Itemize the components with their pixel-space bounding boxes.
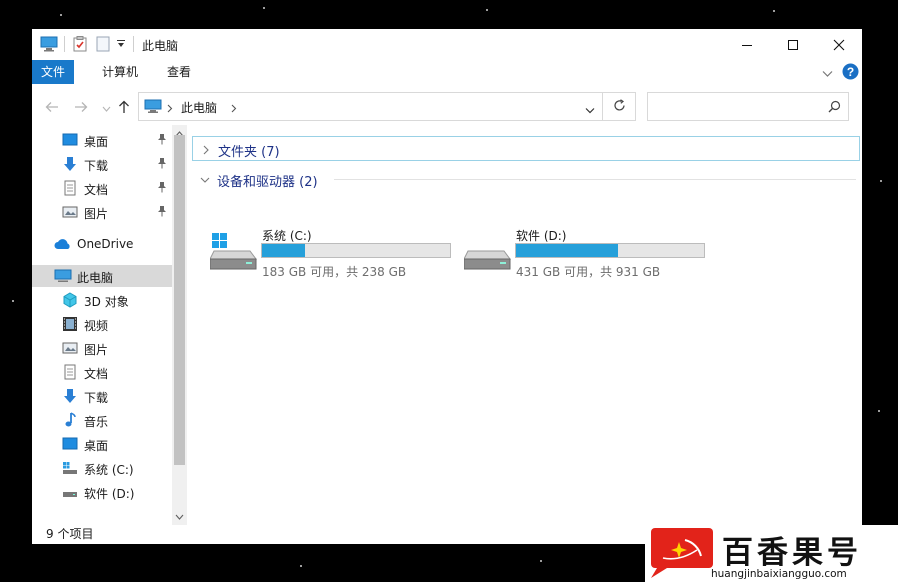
close-button[interactable] bbox=[816, 29, 862, 60]
toolbar-separator bbox=[64, 36, 65, 52]
properties-icon[interactable] bbox=[73, 36, 87, 52]
nav-item-onedrive[interactable]: OneDrive bbox=[32, 233, 172, 255]
drive-icon bbox=[62, 484, 78, 500]
nav-item-documents[interactable]: 文档 bbox=[32, 361, 172, 383]
toolbar-separator bbox=[133, 36, 134, 52]
scroll-down-chevron-icon[interactable] bbox=[175, 509, 184, 523]
customize-toolbar-icon[interactable] bbox=[116, 38, 126, 54]
pin-icon[interactable] bbox=[157, 205, 167, 217]
navigation-pane: 桌面 下载 文档 图片 OneDrive 此电脑 3D 对象 视频 图片 文档 … bbox=[32, 125, 187, 525]
tab-file[interactable]: 文件 bbox=[32, 60, 74, 84]
pin-icon[interactable] bbox=[157, 157, 167, 169]
drive-usage-fill bbox=[262, 244, 306, 257]
desktop-icon bbox=[62, 132, 78, 148]
minimize-button[interactable] bbox=[724, 29, 770, 60]
address-history-chevron-icon[interactable] bbox=[585, 103, 595, 117]
refresh-icon bbox=[613, 98, 626, 115]
refresh-button[interactable] bbox=[603, 92, 636, 121]
nav-item-software-drive[interactable]: 软件 (D:) bbox=[32, 481, 172, 503]
nav-item-pictures[interactable]: 图片 bbox=[32, 337, 172, 359]
window-title: 此电脑 bbox=[142, 39, 179, 53]
breadcrumb-this-pc[interactable]: 此电脑 bbox=[181, 99, 217, 116]
nav-item-system-drive[interactable]: 系统 (C:) bbox=[32, 457, 172, 479]
pin-icon[interactable] bbox=[157, 133, 167, 145]
system-drive-icon bbox=[209, 233, 258, 273]
nav-item-documents-quick[interactable]: 文档 bbox=[32, 177, 172, 199]
nav-item-downloads[interactable]: 下载 bbox=[32, 385, 172, 407]
tab-view[interactable]: 查看 bbox=[158, 60, 200, 84]
drive-usage-bar bbox=[261, 243, 451, 258]
nav-item-this-pc[interactable]: 此电脑 bbox=[32, 265, 172, 287]
download-icon bbox=[62, 156, 78, 172]
search-box[interactable] bbox=[647, 92, 849, 121]
picture-icon bbox=[62, 340, 78, 356]
document-icon bbox=[62, 180, 78, 196]
3d-objects-icon bbox=[62, 292, 78, 308]
nav-item-desktop-quick[interactable]: 桌面 bbox=[32, 129, 172, 151]
help-icon[interactable]: ? bbox=[842, 63, 859, 83]
chevron-right-icon bbox=[201, 144, 211, 155]
folders-group-header[interactable]: 文件夹 (7) bbox=[192, 136, 860, 161]
video-icon bbox=[62, 316, 78, 332]
drive-usage-fill bbox=[516, 244, 618, 257]
up-arrow-icon[interactable] bbox=[116, 99, 132, 115]
breadcrumb-separator-icon[interactable] bbox=[231, 102, 237, 116]
nav-item-pictures-quick[interactable]: 图片 bbox=[32, 201, 172, 223]
forward-arrow-icon[interactable] bbox=[73, 99, 89, 115]
group-divider bbox=[334, 179, 856, 180]
watermark: 百香果号 huangjinbaixiangguo.com bbox=[645, 525, 898, 582]
maximize-button[interactable] bbox=[770, 29, 816, 60]
nav-pane-scrollbar[interactable] bbox=[172, 125, 187, 525]
nav-item-downloads-quick[interactable]: 下载 bbox=[32, 153, 172, 175]
breadcrumb-separator-icon[interactable] bbox=[167, 102, 173, 116]
drive-tile-system[interactable]: 系统 (C:) 183 GB 可用，共 238 GB bbox=[209, 227, 460, 279]
pin-icon[interactable] bbox=[157, 181, 167, 193]
recent-locations-chevron-icon[interactable] bbox=[98, 101, 114, 117]
drive-usage-bar bbox=[515, 243, 705, 258]
chevron-down-icon bbox=[200, 174, 210, 184]
file-explorer-window: 此电脑 文件 计算机 查看 ? 此电脑 桌面 下载 文档 图片 OneDrive… bbox=[32, 29, 862, 544]
this-pc-icon bbox=[40, 36, 58, 52]
address-bar-row: 此电脑 bbox=[32, 89, 862, 125]
drive-tile-software[interactable]: 软件 (D:) 431 GB 可用，共 931 GB bbox=[463, 227, 714, 279]
download-icon bbox=[62, 388, 78, 404]
picture-icon bbox=[62, 204, 78, 220]
watermark-url: huangjinbaixiangguo.com bbox=[711, 568, 847, 580]
desktop-icon bbox=[62, 436, 78, 452]
ribbon-tabs: 文件 计算机 查看 ? bbox=[32, 60, 862, 84]
tab-computer[interactable]: 计算机 bbox=[92, 60, 148, 84]
this-pc-icon bbox=[54, 268, 72, 284]
watermark-logo-icon bbox=[651, 528, 713, 578]
title-bar: 此电脑 bbox=[32, 29, 862, 60]
nav-item-videos[interactable]: 视频 bbox=[32, 313, 172, 335]
music-icon bbox=[62, 412, 78, 428]
this-pc-icon bbox=[144, 99, 162, 117]
back-arrow-icon[interactable] bbox=[44, 99, 60, 115]
nav-item-3d-objects[interactable]: 3D 对象 bbox=[32, 289, 172, 311]
watermark-title: 百香果号 bbox=[722, 535, 862, 571]
system-drive-icon bbox=[62, 460, 78, 476]
expand-ribbon-chevron-icon[interactable] bbox=[822, 67, 833, 81]
document-icon bbox=[62, 364, 78, 380]
content-pane: 文件夹 (7) 设备和驱动器 (2) 系统 (C:) 183 GB 可用，共 2… bbox=[188, 125, 862, 525]
scrollbar-thumb[interactable] bbox=[174, 135, 185, 465]
onedrive-cloud-icon bbox=[54, 236, 70, 252]
devices-group-header[interactable]: 设备和驱动器 (2) bbox=[192, 167, 860, 192]
item-count: 9 个项目 bbox=[46, 527, 94, 541]
address-bar[interactable]: 此电脑 bbox=[138, 92, 603, 121]
drive-icon bbox=[463, 233, 512, 273]
nav-item-desktop[interactable]: 桌面 bbox=[32, 433, 172, 455]
nav-item-music[interactable]: 音乐 bbox=[32, 409, 172, 431]
new-folder-icon[interactable] bbox=[96, 36, 110, 52]
search-icon[interactable] bbox=[828, 100, 841, 116]
svg-text:?: ? bbox=[847, 65, 854, 79]
